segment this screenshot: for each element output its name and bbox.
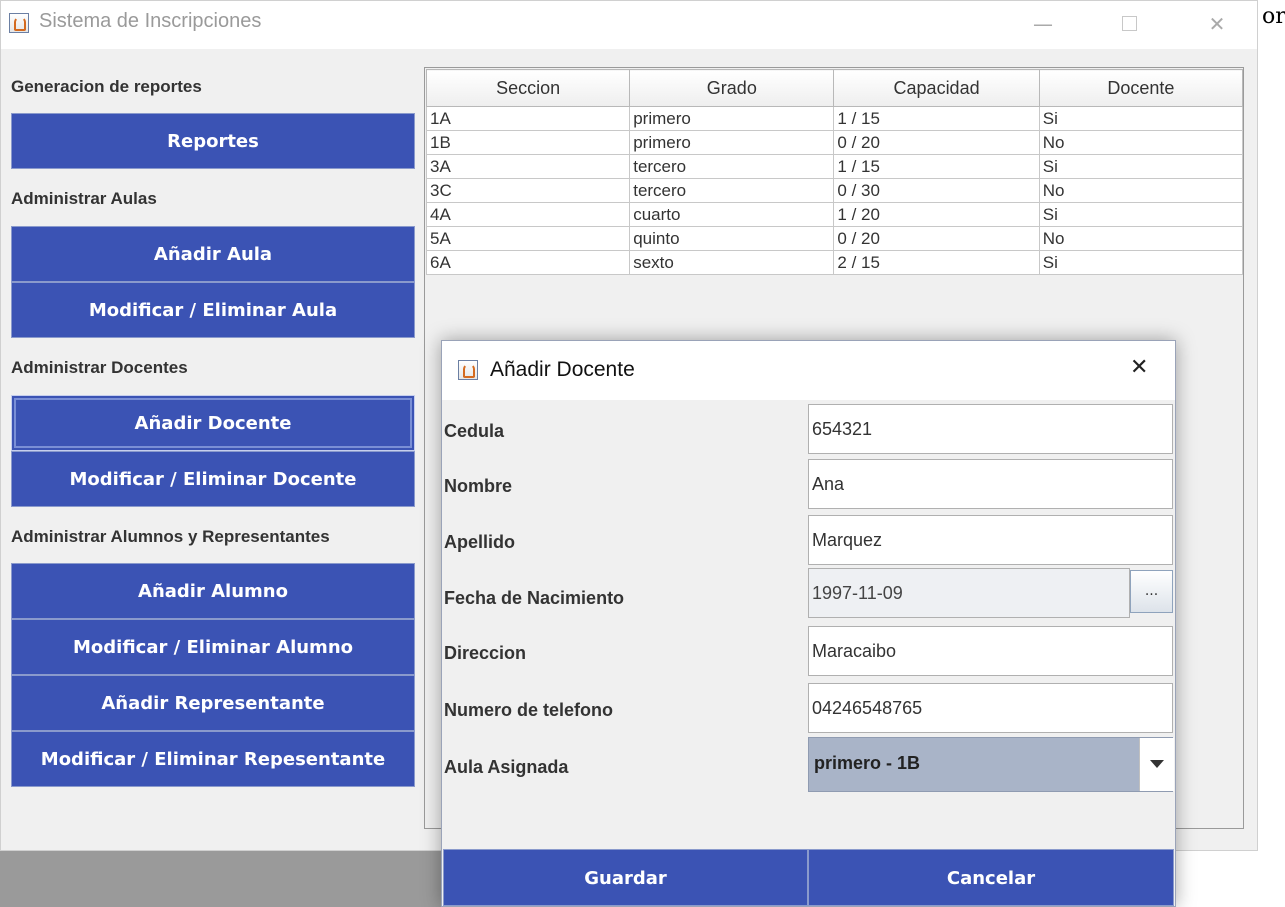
guardar-button[interactable]: Guardar xyxy=(443,849,808,906)
edit-aula-button[interactable]: Modificar / Eliminar Aula xyxy=(11,282,415,338)
add-aula-button[interactable]: Añadir Aula xyxy=(11,226,415,282)
aula-asignada-value: primero - 1B xyxy=(814,753,921,773)
add-docente-button[interactable]: Añadir Docente xyxy=(11,395,415,451)
table-row[interactable]: 5A quinto 0 / 20 No xyxy=(425,226,1244,251)
chevron-down-icon[interactable] xyxy=(1139,738,1174,791)
cell-grado: tercero xyxy=(629,178,835,203)
fecha-nacimiento-field[interactable]: 1997-11-09 xyxy=(808,568,1130,618)
add-docente-dialog: Añadir Docente ✕ Cedula 654321 Nombre An… xyxy=(441,340,1176,907)
cell-grado: tercero xyxy=(629,154,835,179)
window-title: Sistema de Inscripciones xyxy=(39,10,262,32)
table-row[interactable]: 3A tercero 1 / 15 Si xyxy=(425,154,1244,179)
cell-seccion: 1A xyxy=(425,106,631,131)
cell-seccion: 4A xyxy=(425,202,631,227)
fecha-nacimiento-label: Fecha de Nacimiento xyxy=(444,588,625,608)
cell-capacidad: 0 / 30 xyxy=(833,178,1040,203)
aulas-section-label: Administrar Aulas xyxy=(11,189,157,208)
cell-docente: Si xyxy=(1038,154,1244,179)
cell-grado: cuarto xyxy=(629,202,835,227)
table-row[interactable]: 6A sexto 2 / 15 Si xyxy=(425,250,1244,275)
telefono-label: Numero de telefono xyxy=(444,700,614,720)
cell-docente: No xyxy=(1038,178,1244,203)
reportes-button[interactable]: Reportes xyxy=(11,113,415,169)
table-row[interactable]: 1A primero 1 / 15 Si xyxy=(425,106,1244,131)
cell-docente: No xyxy=(1038,130,1244,155)
alumnos-section-label: Administrar Alumnos y Representantes xyxy=(11,527,330,546)
add-alumno-button[interactable]: Añadir Alumno xyxy=(11,563,415,619)
direccion-field[interactable]: Maracaibo xyxy=(808,626,1173,676)
cell-capacidad: 0 / 20 xyxy=(833,226,1040,251)
edit-representante-button[interactable]: Modificar / Eliminar Repesentante xyxy=(11,731,415,787)
aula-asignada-select[interactable]: primero - 1B xyxy=(808,737,1174,792)
cancelar-button[interactable]: Cancelar xyxy=(808,849,1174,906)
background-window-text: or xyxy=(1262,4,1285,29)
cell-seccion: 6A xyxy=(425,250,631,275)
column-header-grado[interactable]: Grado xyxy=(629,69,835,107)
main-titlebar: Sistema de Inscripciones — ✕ xyxy=(1,1,1257,49)
cedula-field[interactable]: 654321 xyxy=(808,404,1173,454)
table-row[interactable]: 3C tercero 0 / 30 No xyxy=(425,178,1244,203)
docentes-section-label: Administrar Docentes xyxy=(11,358,188,377)
date-picker-button[interactable]: ... xyxy=(1130,570,1173,613)
cell-seccion: 3C xyxy=(425,178,631,203)
background-window-area xyxy=(0,850,445,907)
cell-docente: Si xyxy=(1038,250,1244,275)
column-header-seccion[interactable]: Seccion xyxy=(425,69,631,107)
dialog-close-button[interactable]: ✕ xyxy=(1130,355,1148,380)
cell-seccion: 1B xyxy=(425,130,631,155)
cell-capacidad: 0 / 20 xyxy=(833,130,1040,155)
maximize-icon xyxy=(1121,16,1137,31)
direccion-label: Direccion xyxy=(444,643,527,663)
nombre-label: Nombre xyxy=(444,476,513,496)
edit-docente-button[interactable]: Modificar / Eliminar Docente xyxy=(11,451,415,507)
cell-seccion: 5A xyxy=(425,226,631,251)
dialog-title: Añadir Docente xyxy=(490,358,635,381)
telefono-field[interactable]: 04246548765 xyxy=(808,683,1173,733)
cell-grado: primero xyxy=(629,106,835,131)
apellido-label: Apellido xyxy=(444,532,515,552)
table-header-row: Seccion Grado Capacidad Docente xyxy=(425,69,1244,107)
cell-capacidad: 1 / 15 xyxy=(833,154,1040,179)
cedula-label: Cedula xyxy=(444,421,505,441)
cell-grado: primero xyxy=(629,130,835,155)
cell-docente: Si xyxy=(1038,202,1244,227)
maximize-button[interactable] xyxy=(1109,7,1149,41)
reports-section-label: Generacion de reportes xyxy=(11,77,202,96)
minimize-button[interactable]: — xyxy=(1023,7,1063,41)
cell-seccion: 3A xyxy=(425,154,631,179)
java-app-icon xyxy=(9,13,29,33)
aulas-table[interactable]: Seccion Grado Capacidad Docente 1A prime… xyxy=(425,69,1244,275)
column-header-docente[interactable]: Docente xyxy=(1038,69,1244,107)
cell-docente: Si xyxy=(1038,106,1244,131)
close-button[interactable]: ✕ xyxy=(1197,7,1237,41)
apellido-field[interactable]: Marquez xyxy=(808,515,1173,565)
cell-capacidad: 1 / 20 xyxy=(833,202,1040,227)
edit-alumno-button[interactable]: Modificar / Eliminar Alumno xyxy=(11,619,415,675)
cell-capacidad: 1 / 15 xyxy=(833,106,1040,131)
cell-grado: quinto xyxy=(629,226,835,251)
aula-asignada-label: Aula Asignada xyxy=(444,757,569,777)
add-representante-button[interactable]: Añadir Representante xyxy=(11,675,415,731)
table-row[interactable]: 4A cuarto 1 / 20 Si xyxy=(425,202,1244,227)
cell-capacidad: 2 / 15 xyxy=(833,250,1040,275)
cell-docente: No xyxy=(1038,226,1244,251)
column-header-capacidad[interactable]: Capacidad xyxy=(833,69,1040,107)
dialog-titlebar: Añadir Docente ✕ xyxy=(442,341,1175,400)
java-app-icon xyxy=(458,360,478,380)
table-row[interactable]: 1B primero 0 / 20 No xyxy=(425,130,1244,155)
cell-grado: sexto xyxy=(629,250,835,275)
nombre-field[interactable]: Ana xyxy=(808,459,1173,509)
